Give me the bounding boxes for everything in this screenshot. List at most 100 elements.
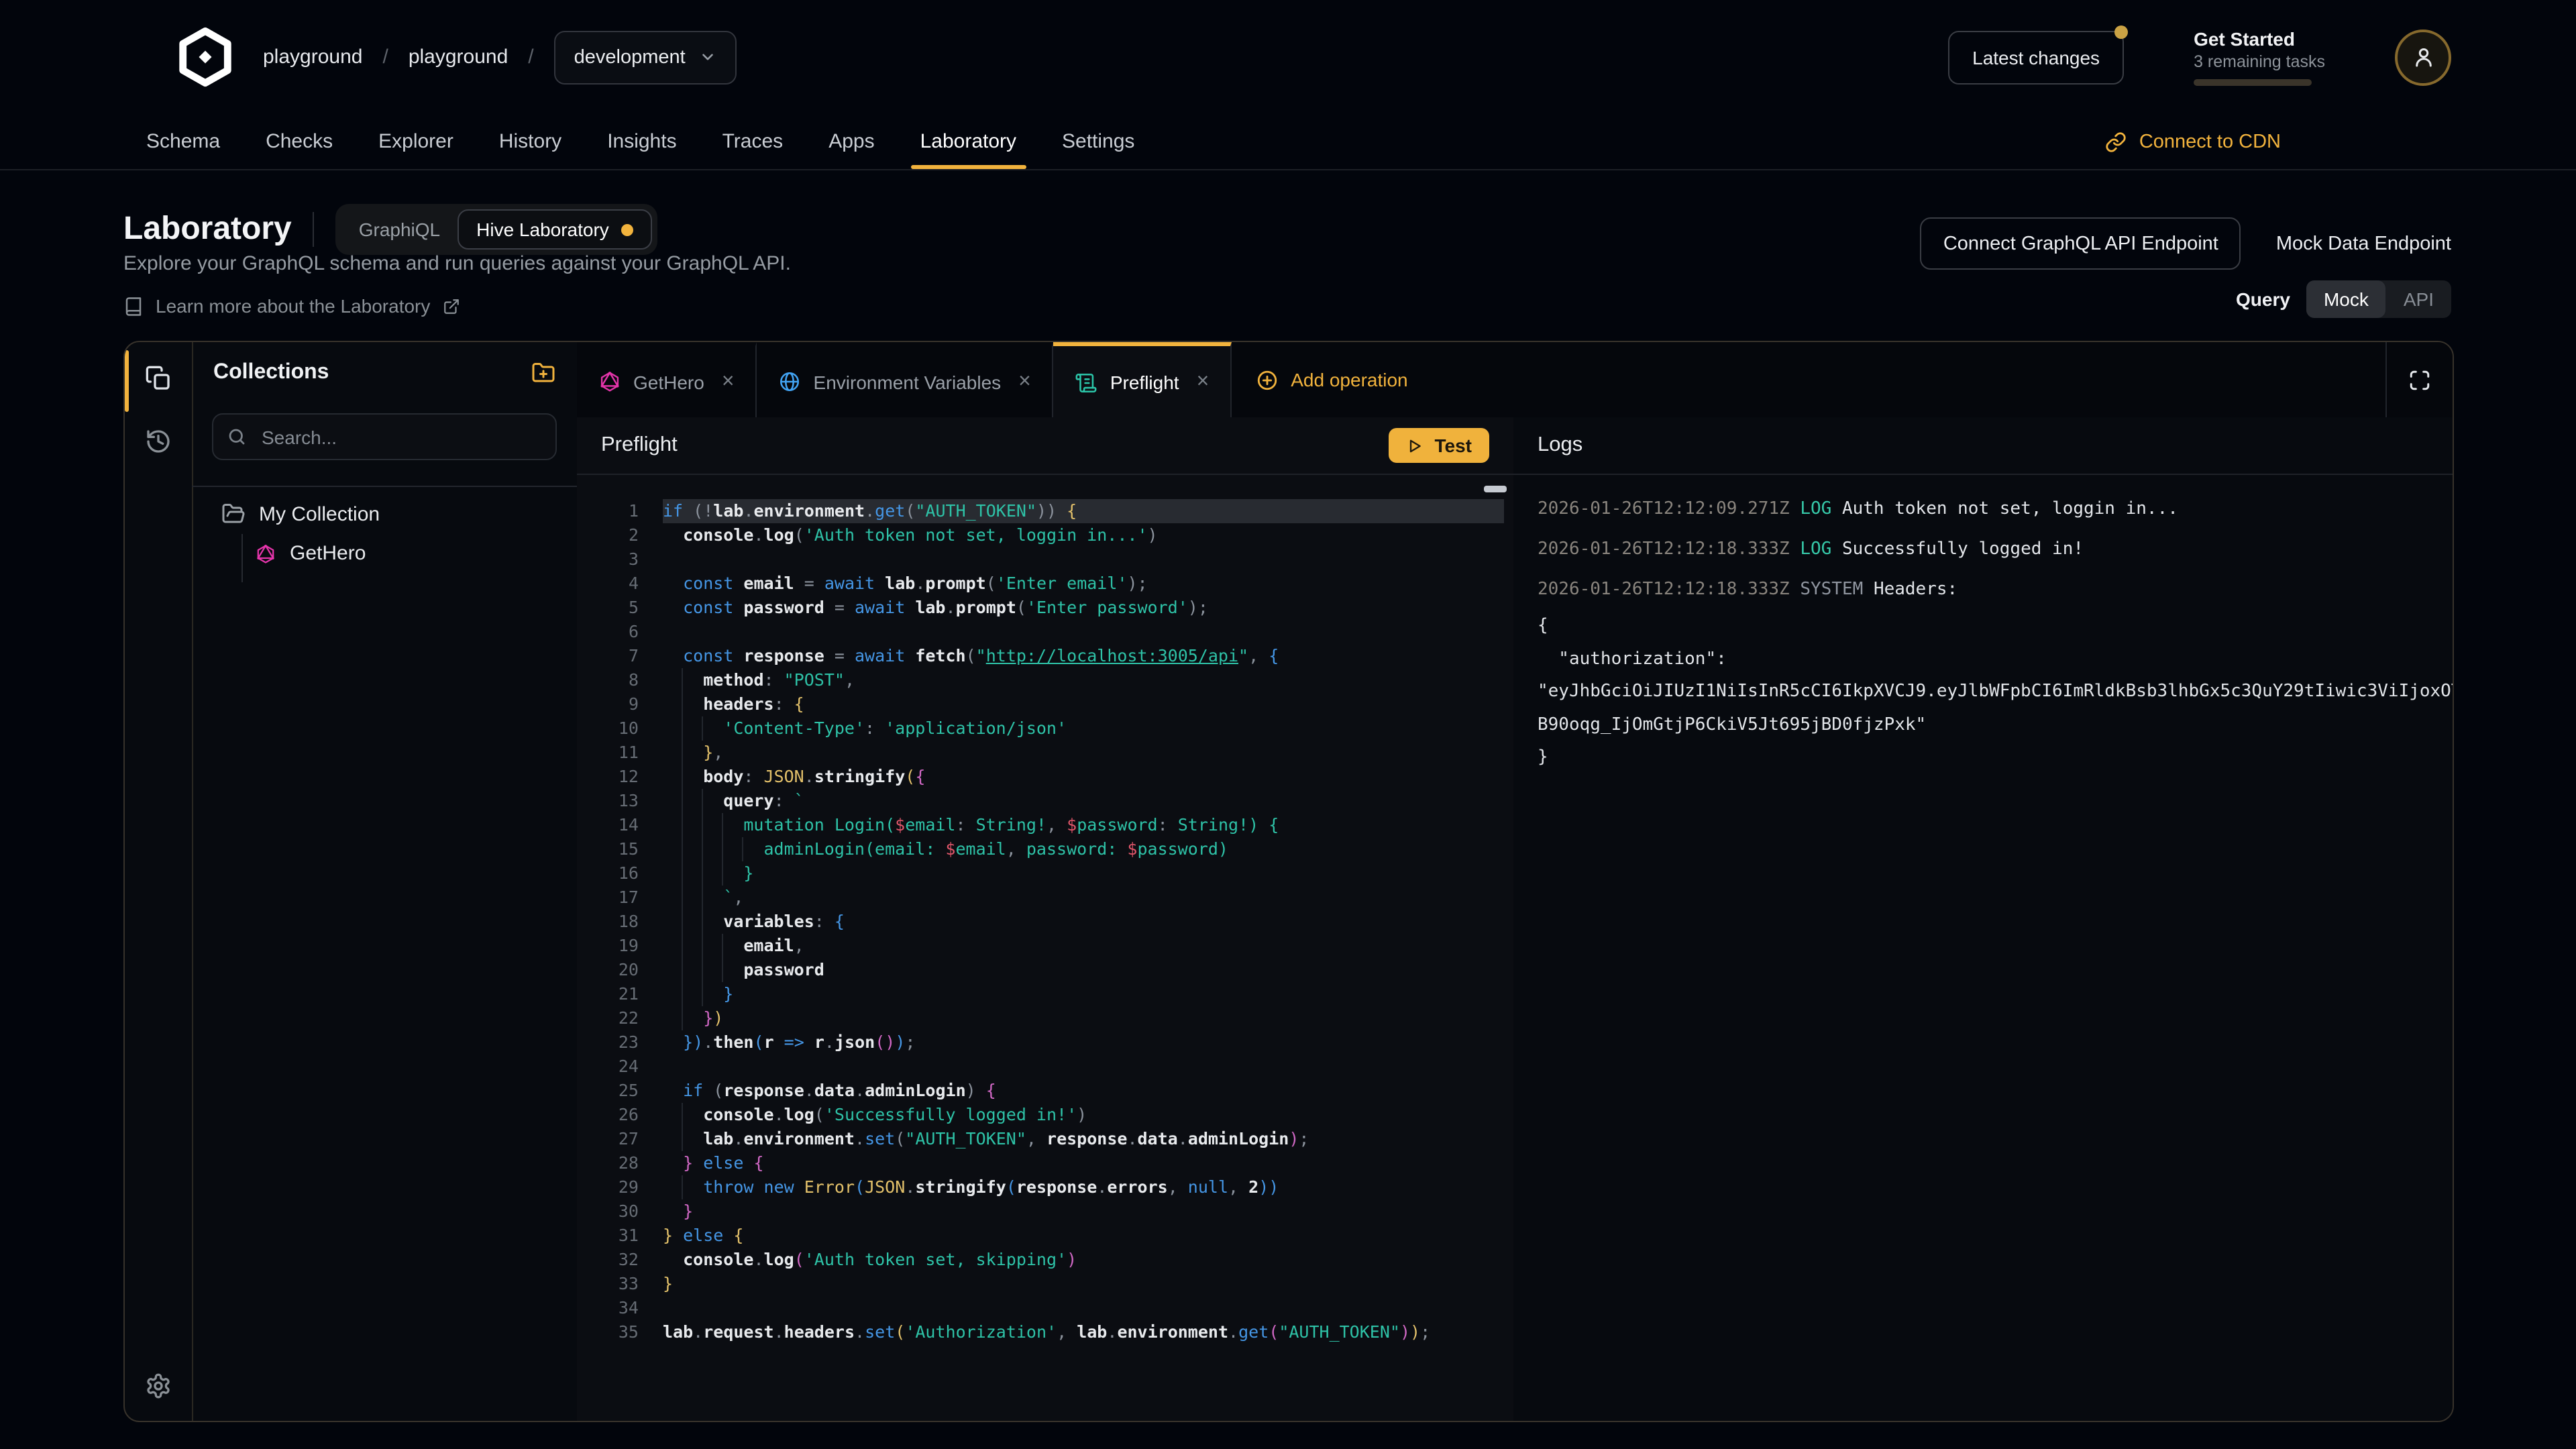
line-number: 14 bbox=[577, 813, 639, 837]
settings-gear-icon[interactable] bbox=[145, 1373, 172, 1399]
search-input[interactable] bbox=[259, 425, 542, 449]
breadcrumb-org[interactable]: playground bbox=[263, 46, 362, 68]
code-line[interactable]: 14mutation Login($email: String!, $passw… bbox=[577, 813, 1513, 837]
avatar[interactable] bbox=[2395, 29, 2451, 85]
line-number: 8 bbox=[577, 668, 639, 692]
code-line[interactable]: 10'Content-Type': 'application/json' bbox=[577, 716, 1513, 741]
target-selector[interactable]: development bbox=[554, 30, 737, 84]
code-line[interactable]: 29 throw new Error(JSON.stringify(respons… bbox=[577, 1175, 1513, 1199]
nav-item-history[interactable]: History bbox=[499, 114, 561, 169]
code-line[interactable]: 12body: JSON.stringify({ bbox=[577, 765, 1513, 789]
code-line[interactable]: 34 bbox=[577, 1296, 1513, 1320]
code-line[interactable]: 27lab.environment.set("AUTH_TOKEN", resp… bbox=[577, 1127, 1513, 1151]
code-line[interactable]: 13query: ` bbox=[577, 789, 1513, 813]
sidebar-rail bbox=[125, 342, 193, 1421]
collections-rail-icon[interactable] bbox=[145, 365, 172, 392]
operation-item-gethero[interactable]: GetHero bbox=[192, 526, 577, 565]
code-line[interactable]: 33} bbox=[577, 1272, 1513, 1296]
nav-item-schema[interactable]: Schema bbox=[146, 114, 220, 169]
code-line[interactable]: 23}).then(r => r.json()); bbox=[577, 1030, 1513, 1055]
link-icon bbox=[2106, 131, 2127, 152]
code-line[interactable]: 35lab.request.headers.set('Authorization… bbox=[577, 1320, 1513, 1344]
scrollbar-thumb[interactable] bbox=[1484, 486, 1507, 492]
new-collection-folder-icon[interactable] bbox=[531, 361, 555, 385]
test-button[interactable]: Test bbox=[1389, 428, 1490, 463]
connect-endpoint-button[interactable]: Connect GraphQL API Endpoint bbox=[1921, 217, 2241, 270]
code-line[interactable]: 5const password = await lab.prompt('Ente… bbox=[577, 596, 1513, 620]
code-line[interactable]: 16} bbox=[577, 861, 1513, 885]
add-operation-button[interactable]: Add operation bbox=[1232, 342, 1432, 417]
logs-header: Logs bbox=[1513, 417, 2453, 475]
code-line[interactable]: 26console.log('Successfully logged in!') bbox=[577, 1103, 1513, 1127]
code-line[interactable]: 25if (response.data.adminLogin) { bbox=[577, 1079, 1513, 1103]
mock-data-endpoint-button[interactable]: Mock Data Endpoint bbox=[2276, 233, 2451, 254]
nav-item-insights[interactable]: Insights bbox=[607, 114, 676, 169]
query-mode-mock[interactable]: Mock bbox=[2306, 280, 2386, 318]
code-line[interactable]: 8method: "POST", bbox=[577, 668, 1513, 692]
history-rail-icon[interactable] bbox=[145, 428, 172, 455]
tab-preflight[interactable]: Preflight× bbox=[1054, 342, 1232, 419]
close-icon[interactable]: × bbox=[1018, 370, 1031, 394]
nav-item-checks[interactable]: Checks bbox=[266, 114, 333, 169]
play-icon bbox=[1407, 437, 1424, 454]
logs-title: Logs bbox=[1538, 433, 1582, 458]
code-line[interactable]: 2console.log('Auth token not set, loggin… bbox=[577, 523, 1513, 547]
code-line[interactable]: 28} else { bbox=[577, 1151, 1513, 1175]
add-operation-label: Add operation bbox=[1291, 369, 1407, 390]
code-line[interactable]: 18variables: { bbox=[577, 910, 1513, 934]
line-number: 17 bbox=[577, 885, 639, 910]
code-line[interactable]: 9headers: { bbox=[577, 692, 1513, 716]
code-line[interactable]: 4const email = await lab.prompt('Enter e… bbox=[577, 572, 1513, 596]
code-line[interactable]: 6 bbox=[577, 620, 1513, 644]
code-line[interactable]: 15adminLogin(email: $email, password: $p… bbox=[577, 837, 1513, 861]
learn-more-link[interactable]: Learn more about the Laboratory bbox=[123, 295, 460, 317]
toggle-hive-laboratory[interactable]: Hive Laboratory bbox=[458, 209, 652, 250]
tab-gethero[interactable]: GetHero × bbox=[577, 342, 757, 417]
laboratory-section: Laboratory GraphiQL Hive Laboratory Expl… bbox=[123, 169, 2451, 341]
toggle-graphiql[interactable]: GraphiQL bbox=[341, 211, 458, 248]
collections-search[interactable] bbox=[212, 413, 557, 460]
line-number: 32 bbox=[577, 1248, 639, 1272]
code-line[interactable]: 22}) bbox=[577, 1006, 1513, 1030]
code-line[interactable]: 7const response = await fetch("http://lo… bbox=[577, 644, 1513, 668]
tab-label: GetHero bbox=[633, 371, 704, 392]
header-actions: Latest changes Get Started 3 remaining t… bbox=[1948, 0, 2451, 114]
code-line[interactable]: 19email, bbox=[577, 934, 1513, 958]
code-line[interactable]: 3 bbox=[577, 547, 1513, 572]
logs-output[interactable]: 2026-01-26T12:12:09.271Z LOG Auth token … bbox=[1538, 474, 2453, 1421]
code-line[interactable]: 20password bbox=[577, 958, 1513, 982]
code-line[interactable]: 30} bbox=[577, 1199, 1513, 1224]
code-editor[interactable]: 1if (!lab.environment.get("AUTH_TOKEN"))… bbox=[577, 474, 1513, 1421]
nav-item-apps[interactable]: Apps bbox=[828, 114, 874, 169]
nav-item-laboratory[interactable]: Laboratory bbox=[920, 114, 1016, 169]
tab-environment-variables[interactable]: Environment Variables× bbox=[757, 342, 1054, 417]
query-mode-api[interactable]: API bbox=[2386, 280, 2451, 318]
graphql-icon bbox=[255, 543, 276, 564]
code-line[interactable]: 11}, bbox=[577, 741, 1513, 765]
line-number: 20 bbox=[577, 958, 639, 982]
close-icon[interactable]: × bbox=[722, 370, 735, 394]
fullscreen-button[interactable] bbox=[2385, 342, 2453, 417]
line-content: const password = await lab.prompt('Enter… bbox=[663, 596, 1504, 620]
close-icon[interactable]: × bbox=[1197, 370, 1210, 394]
line-number: 6 bbox=[577, 620, 639, 644]
nav-item-settings[interactable]: Settings bbox=[1062, 114, 1134, 169]
latest-changes-button[interactable]: Latest changes bbox=[1948, 30, 2124, 84]
line-content: throw new Error(JSON.stringify(response.… bbox=[663, 1175, 1504, 1199]
code-line[interactable]: 24 bbox=[577, 1055, 1513, 1079]
breadcrumb-project[interactable]: playground bbox=[409, 46, 508, 68]
code-line[interactable]: 32console.log('Auth token set, skipping'… bbox=[577, 1248, 1513, 1272]
line-number: 29 bbox=[577, 1175, 639, 1199]
connect-to-cdn-link[interactable]: Connect to CDN bbox=[2106, 114, 2281, 169]
code-line[interactable]: 17`, bbox=[577, 885, 1513, 910]
collections-sidebar: Collections My Collection bbox=[192, 342, 578, 1421]
code-line[interactable]: 21} bbox=[577, 982, 1513, 1006]
code-line[interactable]: 1if (!lab.environment.get("AUTH_TOKEN"))… bbox=[577, 499, 1513, 523]
line-content: } else { bbox=[663, 1224, 1504, 1248]
collection-item[interactable]: My Collection bbox=[192, 486, 577, 526]
nav-item-traces[interactable]: Traces bbox=[722, 114, 784, 169]
get-started-widget[interactable]: Get Started 3 remaining tasks bbox=[2194, 28, 2325, 86]
hive-logo-icon[interactable] bbox=[174, 27, 236, 87]
code-line[interactable]: 31} else { bbox=[577, 1224, 1513, 1248]
nav-item-explorer[interactable]: Explorer bbox=[378, 114, 453, 169]
